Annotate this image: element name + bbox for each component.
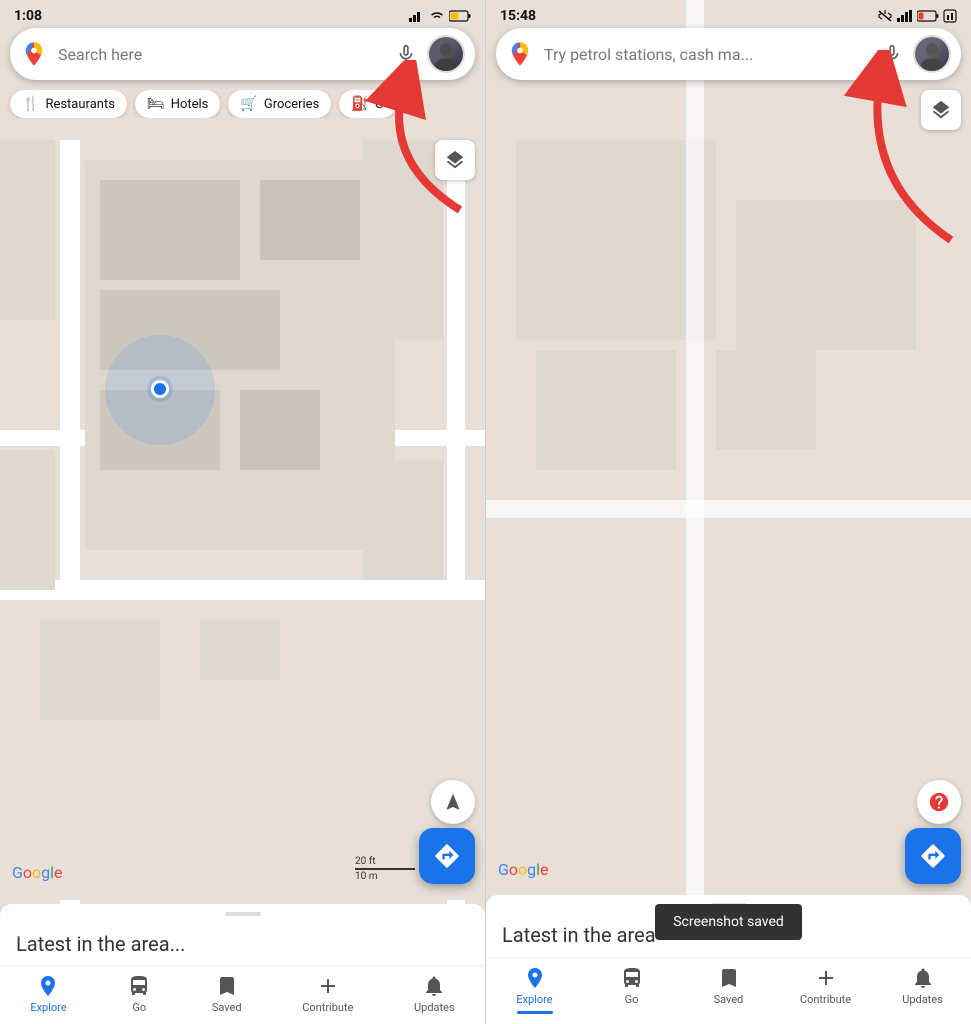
wifi-icon-left <box>429 10 445 22</box>
tab-go-label-right: Go <box>625 993 639 1006</box>
signal-icon-right <box>897 10 913 22</box>
report-btn-right[interactable] <box>917 780 961 824</box>
nav-updates-label-left: Updates <box>414 1001 455 1014</box>
scale-text-ft: 20 ft <box>355 856 375 867</box>
nav-contribute-left[interactable]: Contribute <box>302 974 353 1014</box>
mic-icon-left[interactable] <box>395 43 417 65</box>
tab-updates-icon-right <box>911 966 935 990</box>
scale-bar-left: 20 ft 10 m <box>355 856 415 882</box>
directions-fab-right[interactable] <box>905 828 961 884</box>
tab-updates-label-right: Updates <box>902 993 943 1006</box>
mic-icon-right[interactable] <box>881 43 903 65</box>
chip-gas-label: G <box>375 97 384 112</box>
signal-icon-left <box>409 10 425 22</box>
tab-contribute-label-right: Contribute <box>800 993 851 1006</box>
tab-saved-icon-right <box>717 966 741 990</box>
nav-updates-left[interactable]: Updates <box>414 974 455 1014</box>
nav-go-label-left: Go <box>132 1001 146 1014</box>
tab-explore-label-right: Explore <box>516 993 552 1006</box>
chip-hotels[interactable]: 🛏 Hotels <box>135 90 221 118</box>
tab-explore-icon-right <box>523 966 547 990</box>
layers-btn-right[interactable] <box>921 90 961 130</box>
layers-icon-left <box>444 149 466 171</box>
nav-go-left[interactable]: Go <box>127 974 151 1014</box>
tab-contribute-right[interactable]: Contribute <box>777 958 874 1024</box>
maps-logo-right <box>506 40 534 68</box>
avatar-inner-left <box>429 37 463 71</box>
time-left: 1:08 <box>14 8 42 24</box>
status-bar-right: 15:48 <box>486 0 971 28</box>
chip-gas[interactable]: ⛽ G <box>339 90 395 118</box>
nav-saved-left[interactable]: Saved <box>212 974 242 1014</box>
map-right[interactable] <box>486 0 971 1024</box>
tab-go-right[interactable]: Go <box>583 958 680 1024</box>
nav-contribute-label-left: Contribute <box>302 1001 353 1014</box>
search-bar-right[interactable]: Try petrol stations, cash ma... <box>496 28 961 80</box>
tab-go-icon-right <box>620 966 644 990</box>
directions-fab-left[interactable] <box>419 828 475 884</box>
tab-contribute-icon-right <box>814 966 838 990</box>
time-right: 15:48 <box>500 8 536 24</box>
sim-icon-right <box>943 9 957 23</box>
screenshot-toast-right: Screenshot saved <box>486 904 971 940</box>
status-icons-left <box>409 10 471 22</box>
bottom-sheet-left: Latest in the area... Explore Go Saved <box>0 904 485 1024</box>
battery-icon-right <box>917 10 939 22</box>
status-icons-right <box>877 9 957 23</box>
updates-icon-left <box>422 974 446 998</box>
navigate-btn-left[interactable] <box>431 780 475 824</box>
chip-restaurants[interactable]: 🍴 Restaurants <box>10 90 127 118</box>
sheet-handle-left <box>225 912 261 916</box>
go-icon-left <box>127 974 151 998</box>
tab-row-right: Explore Go Saved Contribute <box>486 957 971 1024</box>
location-dot-left <box>151 380 169 398</box>
mute-icon-right <box>877 9 893 23</box>
saved-icon-left <box>215 974 239 998</box>
search-text-left: Search here <box>58 45 387 64</box>
hotel-icon: 🛏 <box>147 96 165 112</box>
layers-btn-left[interactable] <box>435 140 475 180</box>
chip-hotels-label: Hotels <box>171 97 209 112</box>
restaurant-icon: 🍴 <box>22 96 39 112</box>
tab-saved-label-right: Saved <box>714 993 744 1006</box>
report-icon-right <box>928 791 950 813</box>
explore-icon-left <box>36 974 60 998</box>
scale-text-m: 10 m <box>355 871 378 882</box>
avatar-image-left <box>429 35 463 73</box>
google-logo-left: Google <box>12 863 63 882</box>
grocery-icon: 🛒 <box>240 96 257 112</box>
contribute-icon-left <box>316 974 340 998</box>
google-logo-right: Google <box>498 860 549 879</box>
chip-restaurants-label: Restaurants <box>45 97 114 112</box>
directions-icon-left <box>433 842 461 870</box>
toast-text-right: Screenshot saved <box>655 904 802 940</box>
category-chips-left: 🍴 Restaurants 🛏 Hotels 🛒 Groceries ⛽ G <box>0 90 485 118</box>
layers-icon-right <box>930 99 952 121</box>
navigate-icon-left <box>443 792 463 812</box>
avatar-left[interactable] <box>427 35 465 73</box>
right-phone-panel: 15:48 <box>486 0 971 1024</box>
chip-groceries[interactable]: 🛒 Groceries <box>228 90 331 118</box>
search-bar-left[interactable]: Search here <box>10 28 475 80</box>
gas-icon: ⛽ <box>351 96 368 112</box>
nav-explore-left[interactable]: Explore <box>30 974 66 1014</box>
battery-icon-left <box>449 10 471 22</box>
nav-saved-label-left: Saved <box>212 1001 242 1014</box>
status-bar-left: 1:08 <box>0 0 485 28</box>
maps-logo-left <box>20 40 48 68</box>
chip-groceries-label: Groceries <box>264 97 319 112</box>
left-phone-panel: 1:08 <box>0 0 486 1024</box>
directions-icon-right <box>919 842 947 870</box>
nav-explore-label-left: Explore <box>30 1001 66 1014</box>
tab-explore-right[interactable]: Explore <box>486 958 583 1024</box>
avatar-image-right <box>915 35 949 73</box>
tab-updates-right[interactable]: Updates <box>874 958 971 1024</box>
latest-area-text-left: Latest in the area... <box>0 924 485 966</box>
avatar-right[interactable] <box>913 35 951 73</box>
avatar-inner-right <box>915 37 949 71</box>
search-text-right: Try petrol stations, cash ma... <box>544 45 873 64</box>
tab-saved-right[interactable]: Saved <box>680 958 777 1024</box>
explore-underline-right <box>517 1011 553 1014</box>
bottom-nav-left: Explore Go Saved Contribute <box>0 965 485 1024</box>
